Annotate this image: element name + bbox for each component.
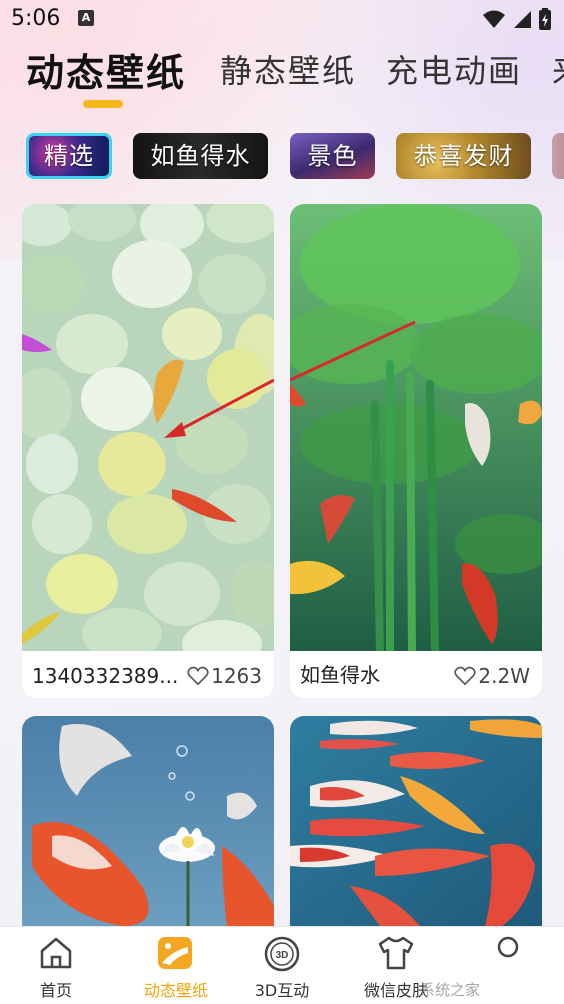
wallpaper-thumbnail <box>290 204 542 651</box>
nav-home[interactable]: 首页 <box>18 927 94 1004</box>
tab-charging-animation[interactable]: 充电动画 <box>386 46 522 92</box>
tab-static-wallpaper[interactable]: 静态壁纸 <box>220 46 356 92</box>
battery-icon <box>539 8 551 30</box>
chip-featured[interactable]: 精选 <box>26 133 112 179</box>
wifi-icon <box>483 10 505 28</box>
category-chips: 精选 如鱼得水 景色 恭喜发财 <box>0 133 564 181</box>
card-title: 1340332389... <box>32 664 179 688</box>
card-title: 如鱼得水 <box>300 663 380 687</box>
active-tab-indicator <box>83 100 123 108</box>
chip-label: 恭喜发财 <box>413 142 514 170</box>
like-count-value: 2.2W <box>478 664 530 688</box>
svg-text:3D: 3D <box>276 950 289 961</box>
chip-label: 景色 <box>307 142 358 170</box>
like-count-value: 1263 <box>211 664 262 688</box>
wallpaper-thumbnail <box>22 204 274 651</box>
chip-scenery[interactable]: 景色 <box>290 133 375 179</box>
like-count[interactable]: 2.2W <box>454 664 530 688</box>
like-count[interactable]: 1263 <box>187 664 262 688</box>
chip-label: 如鱼得水 <box>150 142 251 170</box>
nav-more[interactable] <box>476 927 540 1004</box>
tshirt-icon <box>378 936 414 970</box>
tab-more[interactable]: 来 <box>552 46 564 92</box>
nav-label: 首页 <box>39 981 72 1000</box>
chip-more[interactable] <box>552 133 564 179</box>
wallpaper-card[interactable] <box>290 716 542 926</box>
3d-icon: 3D <box>264 936 300 972</box>
circle-icon <box>497 936 519 958</box>
wallpaper-card[interactable]: 1340332389... 1263 <box>22 204 274 698</box>
watermark-text: 系统之家 <box>420 981 481 999</box>
chip-label: 精选 <box>44 142 94 170</box>
heart-icon <box>454 666 476 686</box>
tab-dynamic-wallpaper[interactable]: 动态壁纸 <box>26 42 186 97</box>
wallpaper-thumbnail <box>22 716 274 926</box>
signal-icon <box>514 11 531 28</box>
chip-prosperity[interactable]: 恭喜发财 <box>396 133 531 179</box>
wallpaper-icon <box>158 937 192 969</box>
status-icons <box>482 8 552 30</box>
bottom-navigation: 首页 动态壁纸 3D 3D互动 微信皮肤 系统之家 <box>0 926 564 1004</box>
wallpaper-card[interactable] <box>22 716 274 926</box>
notification-icon: A <box>78 10 94 26</box>
wallpaper-card[interactable]: 如鱼得水 2.2W <box>290 204 542 698</box>
home-icon <box>40 937 72 969</box>
nav-dynamic-wallpaper[interactable]: 动态壁纸 <box>128 927 224 1004</box>
status-bar: 5:06 A <box>0 0 564 38</box>
nav-label: 动态壁纸 <box>143 981 208 1000</box>
chip-like-fish-in-water[interactable]: 如鱼得水 <box>133 133 268 179</box>
status-time: 5:06 <box>11 6 61 31</box>
heart-icon <box>187 666 209 686</box>
nav-3d-interactive[interactable]: 3D 3D互动 <box>244 927 320 1004</box>
nav-label: 3D互动 <box>254 981 310 1000</box>
wallpaper-thumbnail <box>290 716 542 926</box>
